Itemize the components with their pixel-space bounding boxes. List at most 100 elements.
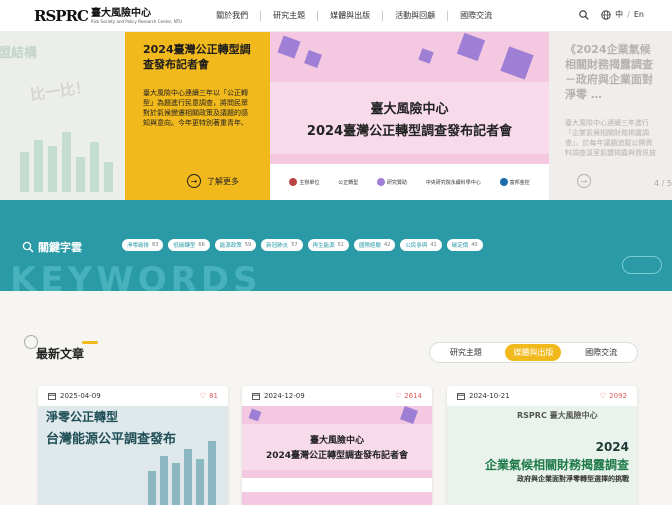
nav-events[interactable]: 活動與回顧 xyxy=(382,10,447,21)
decor-cube xyxy=(500,46,534,80)
carousel-next-slide[interactable]: 《2024企業氣候相關財務揭露調查－政府與企業面對淨零 … 臺大風險中心連續三年… xyxy=(549,32,672,200)
heart-icon: ♡ xyxy=(199,392,207,400)
keywords-watermark: KEYWORDS xyxy=(10,260,262,291)
thumb-title-3: 政府與企業面對淨零轉型選擇的挑戰 xyxy=(517,475,629,483)
tag-count: 40 xyxy=(471,242,478,248)
card-date: 2025-04-09 xyxy=(48,392,101,400)
card-like-count: 2092 xyxy=(609,392,627,400)
sponsor-label: 中央研究院永續科學中心 xyxy=(425,179,481,186)
carousel-prev-slide[interactable]: 盟結構 比一比！ xyxy=(0,32,125,200)
prev-bar xyxy=(48,146,57,192)
article-thumbnail: 淨零公正轉型 台灣能源公平調查發布 xyxy=(38,406,228,505)
tag-count: 42 xyxy=(383,242,391,248)
tab-international[interactable]: 國際交流 xyxy=(577,344,625,361)
sponsor-label: 主辦單位 xyxy=(299,179,320,186)
card-header: 2025-04-09 ♡ 81 xyxy=(38,386,228,406)
article-card[interactable]: 2025-04-09 ♡ 81 淨零公正轉型 台灣能源公平調查發布 xyxy=(38,386,228,505)
lang-zh[interactable]: 中 xyxy=(615,9,623,20)
card-header: 2024-10-21 ♡ 2092 xyxy=(447,386,637,406)
logo-text: 臺大風險中心 Risk Society and Policy Research … xyxy=(91,8,182,24)
tag-count: 41 xyxy=(430,242,437,248)
prev-slide-caption: 比一比！ xyxy=(29,77,92,105)
card-date: 2024-10-21 xyxy=(457,392,510,400)
thumb-sponsor-strip xyxy=(242,478,432,492)
card-date: 2024-12-09 xyxy=(252,392,305,400)
lang-en[interactable]: En xyxy=(634,10,644,19)
decor-cube xyxy=(456,32,486,62)
tag-label: 淨零碳排 xyxy=(127,243,150,249)
card-date-text: 2024-10-21 xyxy=(469,392,510,400)
article-thumbnail: RSPRC 臺大風險中心 2024 企業氣候相關財務揭露調查 政府與企業面對淨零… xyxy=(447,406,637,505)
sponsor-item: 主辦單位 xyxy=(289,178,319,186)
tag-count: 66 xyxy=(198,242,205,248)
prev-bar xyxy=(20,152,29,192)
next-slide-title: 《2024企業氣候相關財務揭露調查－政府與企業面對淨零 … xyxy=(565,43,653,101)
globe-icon xyxy=(601,9,611,20)
calendar-icon xyxy=(48,393,56,400)
heart-icon: ♡ xyxy=(599,392,607,400)
article-card[interactable]: 2024-10-21 ♡ 2092 RSPRC 臺大風險中心 2024 企業氣候相… xyxy=(447,386,637,505)
decor-cube xyxy=(400,406,418,424)
prev-bar xyxy=(62,132,71,192)
tag-label: 低碳轉型 xyxy=(173,243,196,249)
search-icon[interactable] xyxy=(579,9,589,20)
sponsor-item: 中央研究院永續科學中心 xyxy=(426,179,481,186)
site-logo[interactable]: RSPRC 臺大風險中心 Risk Society and Policy Res… xyxy=(34,7,182,25)
card-date-text: 2025-04-09 xyxy=(60,392,101,400)
nav-about[interactable]: 關於我們 xyxy=(204,11,260,21)
thumb-bar xyxy=(148,471,156,505)
article-thumbnail: 臺大風險中心 2024臺灣公正轉型調查發布記者會 xyxy=(242,406,432,505)
sponsor-item: 富邦金控 xyxy=(499,178,530,186)
keyword-cloud-title: 關鍵字雲 xyxy=(22,239,82,255)
decor-cube xyxy=(277,35,301,59)
tag-count: 51 xyxy=(337,242,344,248)
hero-carousel: 盟結構 比一比！ 2024臺灣公正轉型調查發布記者會 臺大風險中心連續三年以「公… xyxy=(0,32,672,200)
latest-articles-section: 最新文章 研究主題 媒體與出版 國際交流 2025-04-09 ♡ 81 淨零公正… xyxy=(0,291,672,505)
keyword-tag[interactable]: 淨零碳排 83 xyxy=(122,239,164,251)
keyword-tag[interactable]: 能源政策 59 xyxy=(214,239,257,251)
tag-label: 新冠肺炎 xyxy=(266,243,289,249)
header-tools: 中 / En xyxy=(579,9,644,20)
main-nav: 關於我們 研究主題 媒體與出版 活動與回顧 國際交流 xyxy=(204,10,504,21)
tag-label: 能源政策 xyxy=(219,243,242,249)
thumb-title-1: 淨零公正轉型 xyxy=(46,410,119,424)
banner-text-box: 臺大風險中心 2024臺灣公正轉型調查發布記者會 xyxy=(270,82,549,154)
keyword-tag[interactable]: 低碳轉型 66 xyxy=(168,239,210,251)
keyword-tag[interactable]: 新冠肺炎 57 xyxy=(261,239,303,251)
keyword-cloud-label: 關鍵字雲 xyxy=(38,241,82,254)
tab-media[interactable]: 媒體與出版 xyxy=(505,344,562,361)
card-like-count: 2614 xyxy=(404,392,422,400)
banner-line2: 2024臺灣公正轉型調查發布記者會 xyxy=(306,123,513,139)
nav-media[interactable]: 媒體與出版 xyxy=(317,10,382,21)
logo-mark: RSPRC xyxy=(34,6,89,25)
keyword-tag[interactable]: 國際經驗 42 xyxy=(353,239,396,251)
article-card[interactable]: 2024-12-09 ♡ 2614 臺大風險中心 2024臺灣公正轉型調查發布記者… xyxy=(242,386,432,505)
next-slide-desc: 臺大風險中心連續三年進行「企業氣候相關財務揭露調查」，於每年議題追蹤公開資料調查… xyxy=(565,119,656,157)
keyword-tag[interactable]: 公民參與 41 xyxy=(400,239,442,251)
keyword-tag[interactable]: 再生能源 51 xyxy=(307,239,349,251)
nav-research[interactable]: 研究主題 xyxy=(260,10,317,21)
current-slide-title: 2024臺灣公正轉型調查發布記者會 xyxy=(143,43,251,71)
site-header: RSPRC 臺大風險中心 Risk Society and Policy Res… xyxy=(0,0,672,32)
sponsor-item: 研究贊助 xyxy=(376,178,407,186)
carousel-banner-image[interactable]: 臺大風險中心 2024臺灣公正轉型調查發布記者會 主辦單位 公正轉型 研究贊助 … xyxy=(270,32,549,200)
card-likes: ♡ 81 xyxy=(200,392,218,400)
tag-count: 59 xyxy=(244,242,252,248)
sponsor-label: 富邦金控 xyxy=(509,179,530,186)
tab-research[interactable]: 研究主題 xyxy=(442,344,490,361)
search-icon xyxy=(22,241,34,253)
sponsor-logo-icon xyxy=(376,178,385,186)
decor-cube xyxy=(304,50,322,68)
sponsor-label: 研究贊助 xyxy=(386,179,407,186)
keyword-tag[interactable]: 碳定價 40 xyxy=(446,239,483,251)
logo-en: Risk Society and Policy Research Center,… xyxy=(90,18,183,24)
thumb-bar xyxy=(208,441,216,505)
prev-slide-bars xyxy=(20,122,120,192)
thumb-bar xyxy=(184,449,192,505)
cloud-icon xyxy=(622,256,662,274)
thumb-title-1: 2024 xyxy=(595,440,629,454)
prev-bar xyxy=(34,140,43,192)
nav-international[interactable]: 國際交流 xyxy=(447,10,504,21)
card-date-text: 2024-12-09 xyxy=(264,392,305,400)
learn-more-button[interactable]: → 了解更多 xyxy=(187,174,239,188)
